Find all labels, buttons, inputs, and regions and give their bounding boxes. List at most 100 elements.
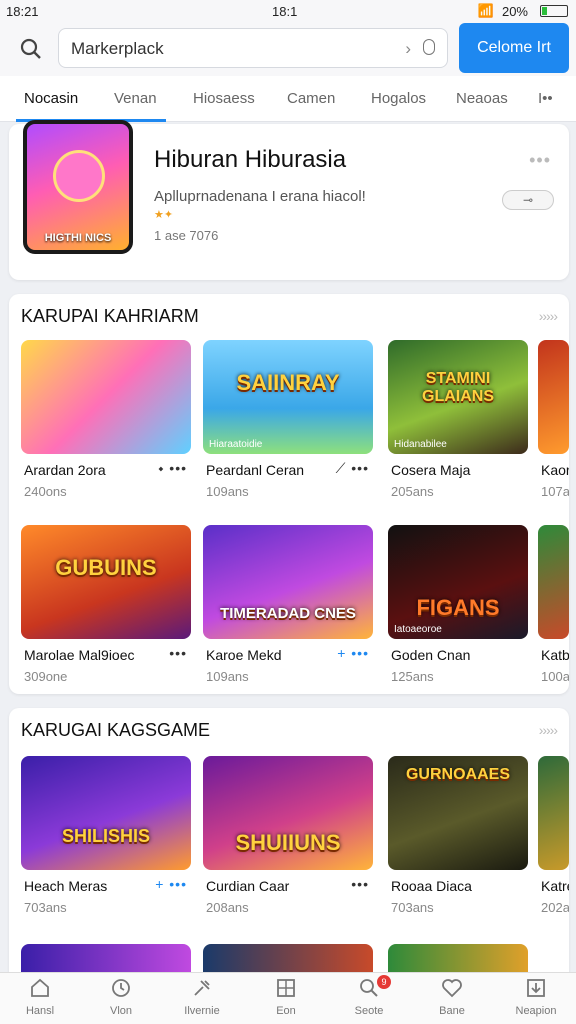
tab-hogalos[interactable]: Hogalos bbox=[371, 90, 426, 107]
nav-label: Ilvernie bbox=[184, 1005, 220, 1017]
section-1: KARUPAI KAHRIARM ››››› Arardan 2ora ⬩ ••… bbox=[9, 294, 569, 694]
thumb-title: TIMERADAD CNES bbox=[220, 605, 356, 622]
status-bar: 18:21 18:1 📶 20% bbox=[0, 0, 576, 22]
more-dots-icon[interactable]: ••• bbox=[351, 876, 369, 892]
chevron-right-icon[interactable]: › bbox=[405, 39, 411, 59]
clock-icon bbox=[112, 979, 130, 997]
nav-label: Eon bbox=[276, 1005, 296, 1017]
search-input[interactable] bbox=[71, 37, 401, 61]
notification-badge: 9 bbox=[377, 975, 391, 989]
chevrons-right-icon[interactable]: ››››› bbox=[539, 722, 558, 738]
more-dots-icon[interactable]: ••• bbox=[169, 645, 187, 661]
bottom-nav: Hansl Vlon Ilvernie Eon 9 Seote Bane Nea… bbox=[0, 972, 576, 1024]
status-time-center: 18:1 bbox=[272, 4, 298, 19]
game-name: Marolae Mal9ioec bbox=[24, 647, 135, 663]
game-thumbnail[interactable]: GURNOAAES bbox=[388, 756, 528, 870]
game-size: 109ans bbox=[206, 484, 249, 499]
game-size: 309one bbox=[24, 669, 68, 684]
game-tile[interactable]: Kaor 107a bbox=[538, 340, 569, 500]
thumb-title: STAMINI GLAIANS bbox=[422, 370, 494, 405]
game-name: Karoe Mekd bbox=[206, 647, 282, 663]
tab-venan[interactable]: Venan bbox=[114, 90, 157, 107]
game-size: 100a bbox=[541, 669, 569, 684]
star-icon: ★✦ bbox=[154, 209, 174, 221]
game-name: Rooaa Diaca bbox=[391, 878, 472, 894]
more-dots-icon[interactable]: + ••• bbox=[337, 645, 369, 661]
more-dots-icon[interactable]: ••• bbox=[529, 150, 551, 171]
game-tile[interactable]: Katre 202a bbox=[538, 756, 569, 916]
featured-thumb-label: HIGTHI NICS bbox=[44, 232, 112, 244]
chevrons-right-icon[interactable]: ››››› bbox=[539, 308, 558, 324]
thumb-title: FIGANS bbox=[416, 595, 500, 620]
section-title: KARUPAI KAHRIARM bbox=[21, 306, 199, 326]
search-field[interactable]: › bbox=[58, 28, 448, 68]
game-name: Katre bbox=[541, 878, 569, 894]
nav-bane[interactable]: Bane bbox=[420, 977, 484, 1017]
game-thumbnail[interactable] bbox=[21, 944, 191, 974]
thumb-title: SHUIIUNS bbox=[235, 830, 341, 855]
bear-character-image bbox=[53, 150, 105, 202]
more-dots-icon[interactable]: ⟋ ••• bbox=[336, 460, 369, 477]
game-thumbnail[interactable] bbox=[203, 944, 373, 974]
game-thumbnail[interactable]: SHILISHIS bbox=[21, 756, 191, 870]
nav-neapion[interactable]: Neapion bbox=[504, 977, 568, 1017]
game-name: Peardanl Ceran bbox=[206, 462, 305, 478]
nav-home[interactable]: Hansl bbox=[8, 977, 72, 1017]
more-dots-icon[interactable]: ⬩ ••• bbox=[158, 460, 187, 477]
game-size: 205ans bbox=[391, 484, 434, 499]
cta-button[interactable]: Celome Irt bbox=[459, 23, 569, 73]
grid-icon bbox=[277, 979, 295, 997]
game-size: 208ans bbox=[206, 900, 249, 915]
game-thumbnail[interactable] bbox=[538, 525, 569, 639]
game-name: Cosera Maja bbox=[391, 462, 471, 478]
game-thumbnail[interactable]: GUBUINS bbox=[21, 525, 191, 639]
nav-vlon[interactable]: Vlon bbox=[89, 977, 153, 1017]
game-tile[interactable]: Katb 100a bbox=[538, 525, 569, 685]
tab-bar: Nocasin Venan Hiosaess Camen Hogalos Nea… bbox=[0, 76, 576, 122]
game-size: 240ons bbox=[24, 484, 67, 499]
toggle-switch[interactable]: ⊸ bbox=[502, 190, 554, 210]
game-thumbnail[interactable] bbox=[21, 340, 191, 454]
game-name: Arardan 2ora bbox=[24, 462, 106, 478]
game-thumbnail[interactable]: FIGANS Iatoaeoroe bbox=[388, 525, 528, 639]
thumb-caption: Hidanabilee bbox=[394, 439, 447, 450]
battery-icon bbox=[540, 5, 568, 17]
nav-label: Neapion bbox=[515, 1005, 557, 1017]
game-thumbnail[interactable]: SAIINRAY Hiaraatoidie bbox=[203, 340, 373, 454]
tab-more[interactable]: I•• bbox=[538, 90, 553, 107]
nav-ilvernie[interactable]: Ilvernie bbox=[170, 977, 234, 1017]
game-thumbnail[interactable] bbox=[388, 944, 528, 974]
game-thumbnail[interactable]: SHUIIUNS bbox=[203, 756, 373, 870]
game-thumbnail[interactable] bbox=[538, 756, 569, 870]
thumb-title: GURNOAAES bbox=[405, 766, 510, 783]
thumb-title: SAIINRAY bbox=[236, 370, 340, 395]
game-size: 109ans bbox=[206, 669, 249, 684]
nav-seote[interactable]: 9 Seote bbox=[337, 975, 401, 1017]
tab-camen[interactable]: Camen bbox=[287, 90, 335, 107]
tab-hiosaess[interactable]: Hiosaess bbox=[193, 90, 255, 107]
mic-icon[interactable] bbox=[423, 39, 435, 55]
section-title: KARUGAI KAGSGAME bbox=[21, 720, 211, 740]
game-size: 703ans bbox=[391, 900, 434, 915]
thumb-caption: Iatoaeoroe bbox=[394, 624, 442, 635]
featured-card[interactable]: HIGTHI NICS Hiburan Hiburasia Aplluprnad… bbox=[9, 120, 569, 280]
more-dots-icon[interactable]: + ••• bbox=[155, 876, 187, 892]
thumb-caption: Hiaraatoidie bbox=[209, 439, 263, 450]
game-thumbnail[interactable]: TIMERADAD CNES bbox=[203, 525, 373, 639]
tab-neaoas[interactable]: Neaoas bbox=[456, 90, 508, 107]
game-size: 202a bbox=[541, 900, 569, 915]
tab-nocasin[interactable]: Nocasin bbox=[24, 90, 78, 107]
featured-subtitle: Aplluprnadenana I erana hiacol! bbox=[154, 188, 366, 205]
game-name: Goden Cnan bbox=[391, 647, 471, 663]
nav-eon[interactable]: Eon bbox=[254, 977, 318, 1017]
game-thumbnail[interactable] bbox=[538, 340, 569, 454]
search-icon[interactable] bbox=[18, 36, 44, 62]
battery-percent: 20% bbox=[501, 3, 528, 19]
game-thumbnail[interactable]: STAMINI GLAIANS Hidanabilee bbox=[388, 340, 528, 454]
game-name: Curdian Caar bbox=[206, 878, 290, 894]
featured-thumbnail[interactable]: HIGTHI NICS bbox=[23, 120, 133, 254]
game-name: Heach Meras bbox=[24, 878, 108, 894]
status-time-left: 18:21 bbox=[6, 4, 39, 19]
thumb-title: GUBUINS bbox=[55, 555, 157, 580]
thumb-title: SHILISHIS bbox=[61, 826, 150, 846]
